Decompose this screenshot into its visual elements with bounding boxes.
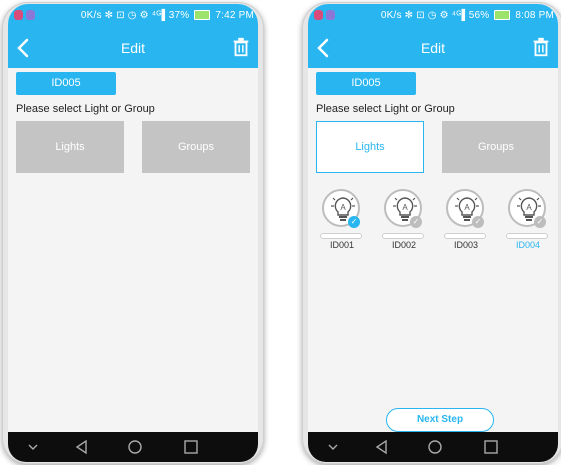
- page-title: Edit: [420, 40, 446, 56]
- status-bar: 0K/s ✻ ⊡ ◷ ⚙ ⁴ᴳ▌56% 8:08 PM: [308, 4, 558, 28]
- lights-tile[interactable]: Lights: [16, 121, 124, 173]
- system-nav-bar: [308, 432, 558, 462]
- notification-icon: [14, 10, 23, 20]
- check-icon: ✓: [534, 216, 546, 228]
- light-label: ID001: [329, 240, 355, 250]
- notification-icon: [326, 10, 335, 20]
- light-label: ID003: [453, 240, 479, 250]
- triangle-back-icon[interactable]: [373, 438, 391, 456]
- circle-home-icon[interactable]: [426, 438, 444, 456]
- trash-icon[interactable]: [530, 36, 552, 58]
- page-title: Edit: [120, 40, 146, 56]
- light-item[interactable]: A ✓ ID001: [318, 189, 368, 259]
- app-bar: Edit: [308, 28, 558, 68]
- light-label: ID004: [515, 240, 541, 250]
- battery-icon: [194, 10, 211, 21]
- status-indicators: 0K/s ✻ ⊡ ◷ ⚙ ⁴ᴳ▌56% 8:08 PM: [381, 10, 554, 21]
- id-chip[interactable]: ID005: [316, 72, 416, 95]
- square-recents-icon[interactable]: [482, 438, 500, 456]
- status-text: 0K/s ✻ ⊡ ◷ ⚙ ⁴ᴳ▌56%: [380, 10, 490, 21]
- svg-text:A: A: [402, 203, 408, 212]
- status-text: 0K/s ✻ ⊡ ◷ ⚙ ⁴ᴳ▌37%: [80, 10, 190, 21]
- chevron-down-icon[interactable]: [324, 438, 342, 456]
- check-icon: ✓: [348, 216, 360, 228]
- status-time: 7:42 PM: [215, 10, 254, 21]
- status-bar: 0K/s ✻ ⊡ ◷ ⚙ ⁴ᴳ▌37% 7:42 PM: [8, 4, 258, 28]
- screen-right: 0K/s ✻ ⊡ ◷ ⚙ ⁴ᴳ▌56% 8:08 PM Edit ID005 P…: [308, 4, 558, 462]
- next-step-button[interactable]: Next Step: [386, 408, 494, 432]
- content-area: ID005 Please select Light or Group Light…: [8, 68, 258, 432]
- svg-text:A: A: [340, 203, 346, 212]
- groups-tile[interactable]: Groups: [142, 121, 250, 173]
- notification-icon: [314, 10, 323, 20]
- status-time: 8:08 PM: [515, 10, 554, 21]
- groups-tile[interactable]: Groups: [442, 121, 550, 173]
- brightness-slider[interactable]: [382, 233, 424, 239]
- circle-home-icon[interactable]: [126, 438, 144, 456]
- triangle-back-icon[interactable]: [73, 438, 91, 456]
- select-prompt: Please select Light or Group: [16, 103, 155, 115]
- id-chip[interactable]: ID005: [16, 72, 116, 95]
- brightness-slider[interactable]: [444, 233, 486, 239]
- light-item[interactable]: A ✓ ID004: [504, 189, 554, 259]
- brightness-slider[interactable]: [506, 233, 548, 239]
- select-prompt: Please select Light or Group: [316, 103, 455, 115]
- content-area: ID005 Please select Light or Group Light…: [308, 68, 558, 432]
- square-recents-icon[interactable]: [182, 438, 200, 456]
- app-bar: Edit: [8, 28, 258, 68]
- check-icon: ✓: [472, 216, 484, 228]
- trash-icon[interactable]: [230, 36, 252, 58]
- phone-right: 0K/s ✻ ⊡ ◷ ⚙ ⁴ᴳ▌56% 8:08 PM Edit ID005 P…: [302, 2, 561, 464]
- light-item[interactable]: A ✓ ID003: [442, 189, 492, 259]
- light-label: ID002: [391, 240, 417, 250]
- light-item[interactable]: A ✓ ID002: [380, 189, 430, 259]
- brightness-slider[interactable]: [320, 233, 362, 239]
- phone-left: 0K/s ✻ ⊡ ◷ ⚙ ⁴ᴳ▌37% 7:42 PM Edit ID005 P…: [2, 2, 264, 464]
- screen-left: 0K/s ✻ ⊡ ◷ ⚙ ⁴ᴳ▌37% 7:42 PM Edit ID005 P…: [8, 4, 258, 462]
- check-icon: ✓: [410, 216, 422, 228]
- lights-tile[interactable]: Lights: [316, 121, 424, 173]
- battery-icon: [494, 10, 511, 21]
- notification-icon: [26, 10, 35, 20]
- svg-text:A: A: [526, 203, 532, 212]
- svg-text:A: A: [464, 203, 470, 212]
- status-indicators: 0K/s ✻ ⊡ ◷ ⚙ ⁴ᴳ▌37% 7:42 PM: [81, 10, 254, 21]
- chevron-down-icon[interactable]: [24, 438, 42, 456]
- system-nav-bar: [8, 432, 258, 462]
